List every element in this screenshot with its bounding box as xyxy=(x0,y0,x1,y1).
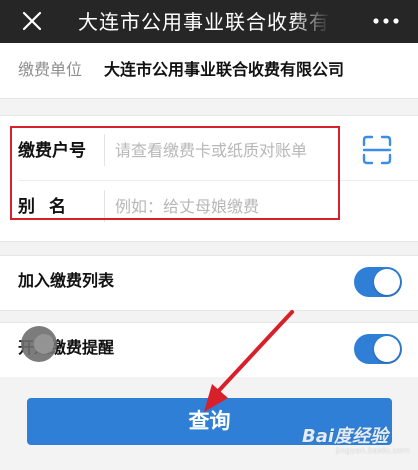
floating-button-inner xyxy=(34,334,54,354)
page-title: 大连市公用事业联合收费有 xyxy=(78,10,330,34)
alias-input[interactable] xyxy=(104,190,354,222)
account-number-input[interactable] xyxy=(104,134,354,166)
add-to-list-label: 加入缴费列表 xyxy=(18,271,115,290)
query-button[interactable]: 查询 xyxy=(27,398,392,445)
payment-unit-value: 大连市公用事业联合收费有限公司 xyxy=(104,60,345,79)
payment-reminder-toggle[interactable] xyxy=(354,334,402,364)
add-to-list-toggle[interactable] xyxy=(354,267,402,297)
add-to-list-row: 加入缴费列表 xyxy=(0,255,418,311)
scan-icon[interactable] xyxy=(362,135,392,165)
payment-reminder-row: 开通缴费提醒 xyxy=(0,322,418,377)
alias-label: 别名 xyxy=(18,197,80,217)
close-icon[interactable] xyxy=(18,7,46,35)
floating-assistive-button[interactable] xyxy=(21,326,57,362)
payment-unit-label: 缴费单位 xyxy=(18,60,83,79)
form-divider xyxy=(18,180,418,181)
payment-form: 缴费户号 别名 xyxy=(0,115,418,242)
more-icon[interactable] xyxy=(370,10,402,32)
title-bar: 大连市公用事业联合收费有 xyxy=(0,0,418,43)
toggle-knob xyxy=(374,269,400,295)
account-number-label: 缴费户号 xyxy=(18,141,86,161)
payment-unit-row: 缴费单位 大连市公用事业联合收费有限公司 xyxy=(0,43,418,99)
watermark-url: jingyan.baidu.com xyxy=(336,446,410,455)
toggle-knob xyxy=(374,336,400,362)
